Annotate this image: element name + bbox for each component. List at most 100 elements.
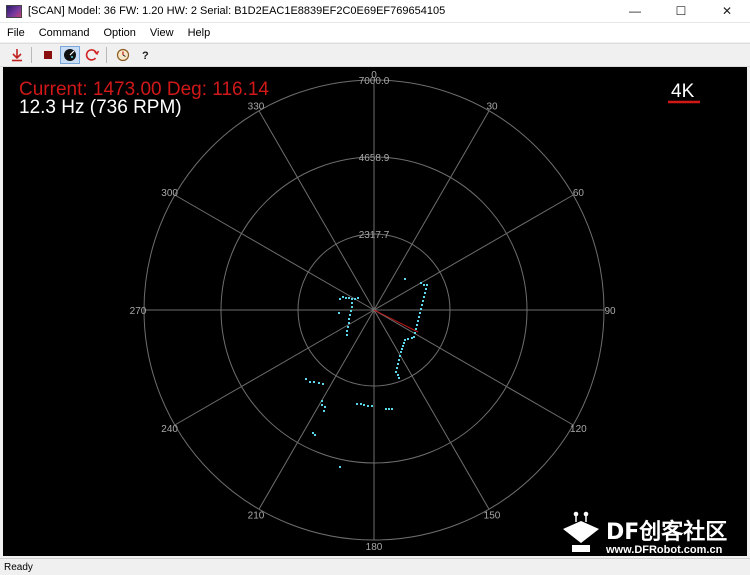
scan-point	[404, 278, 406, 280]
scan-point	[354, 298, 356, 300]
scan-point	[305, 378, 307, 380]
close-button[interactable]: ✕	[704, 0, 750, 22]
menu-file[interactable]: File	[0, 27, 32, 39]
scan-point	[339, 466, 341, 468]
scan-point	[357, 297, 359, 299]
angle-spoke	[258, 309, 375, 510]
menu-bar: File Command Option View Help	[0, 23, 750, 42]
scan-point	[402, 345, 404, 347]
window-controls: — ☐ ✕	[612, 0, 750, 22]
scan-point	[403, 342, 405, 344]
scan-point	[348, 297, 350, 299]
scan-point	[423, 284, 425, 286]
scan-view[interactable]: 7000.0 4658.9 2317.7 0 30 60 90 120 150 180 210 240…	[3, 67, 747, 556]
scan-point	[420, 282, 422, 284]
scan-point	[338, 312, 340, 314]
scan-point	[349, 314, 351, 316]
menu-command[interactable]: Command	[32, 27, 97, 39]
polar-grid: 7000.04658.92317.70306090120150180210240…	[130, 70, 616, 553]
scan-point	[397, 374, 399, 376]
scan-point	[342, 296, 344, 298]
scan-point	[398, 377, 400, 379]
scan-point	[346, 334, 348, 336]
scan-point	[401, 348, 403, 350]
scan-point	[314, 434, 316, 436]
scan-point	[351, 298, 353, 300]
scan-point	[416, 324, 418, 326]
help-button[interactable]: ?	[135, 46, 155, 64]
scan-point	[399, 355, 401, 357]
scan-point	[347, 326, 349, 328]
angle-spoke	[174, 194, 375, 311]
scan-point	[363, 404, 365, 406]
angle-label: 30	[486, 102, 498, 113]
status-text: Ready	[4, 561, 33, 573]
scan-point	[348, 318, 350, 320]
scan-point	[350, 310, 352, 312]
help-icon: ?	[142, 50, 149, 62]
scan-button[interactable]	[60, 46, 80, 64]
maximize-button[interactable]: ☐	[658, 0, 704, 22]
mode-badge[interactable]: 4K	[671, 81, 695, 102]
rate-readout: 12.3 Hz (736 RPM)	[19, 97, 182, 118]
options-button[interactable]	[113, 46, 133, 64]
minimize-button[interactable]: —	[612, 0, 658, 22]
scan-point	[321, 404, 323, 406]
scan-point	[411, 337, 413, 339]
scan-point	[419, 312, 421, 314]
scan-icon	[64, 49, 76, 61]
download-icon	[12, 49, 22, 62]
scan-point	[351, 306, 353, 308]
scan-point	[385, 408, 387, 410]
angle-label: 0	[371, 70, 377, 81]
scan-point	[425, 288, 427, 290]
angle-label: 120	[570, 424, 587, 435]
menu-option[interactable]: Option	[96, 27, 142, 39]
download-button[interactable]	[7, 46, 27, 64]
scan-point	[395, 371, 397, 373]
scan-point	[426, 284, 428, 286]
angle-label: 270	[130, 306, 147, 317]
scan-point	[417, 320, 419, 322]
scan-point	[388, 408, 390, 410]
scan-point	[371, 405, 373, 407]
scan-point	[348, 322, 350, 324]
scan-point	[407, 338, 409, 340]
window-title: [SCAN] Model: 36 FW: 1.20 HW: 2 Serial: …	[28, 5, 446, 17]
scan-point	[418, 316, 420, 318]
scan-point	[313, 381, 315, 383]
refresh-button[interactable]	[82, 46, 102, 64]
options-icon	[116, 48, 130, 62]
scan-point	[318, 382, 320, 384]
scan-point	[423, 296, 425, 298]
menu-help[interactable]: Help	[181, 27, 218, 39]
stop-button[interactable]	[38, 46, 58, 64]
scan-point	[360, 403, 362, 405]
scan-point	[424, 292, 426, 294]
scan-point	[312, 432, 314, 434]
scan-point	[422, 300, 424, 302]
angle-label: 240	[161, 424, 178, 435]
menu-view[interactable]: View	[143, 27, 181, 39]
angle-label: 210	[248, 510, 265, 521]
angle-label: 180	[366, 542, 383, 553]
angle-spoke	[258, 110, 375, 311]
scan-point	[420, 308, 422, 310]
toolbar: ?	[0, 43, 750, 67]
angle-label: 90	[604, 306, 616, 317]
scan-point	[321, 400, 323, 402]
scan-points	[305, 278, 428, 468]
angle-spoke	[373, 110, 490, 311]
scan-point	[391, 408, 393, 410]
scan-point	[356, 403, 358, 405]
scan-point	[323, 410, 325, 412]
angle-label: 300	[161, 188, 178, 199]
scan-point	[413, 336, 415, 338]
angle-spoke	[373, 194, 574, 311]
scan-point	[400, 351, 402, 353]
scan-point	[322, 383, 324, 385]
refresh-icon	[85, 49, 99, 61]
watermark-brand: DF创客社区	[606, 519, 727, 545]
toolbar-separator	[31, 47, 32, 63]
scan-point	[421, 304, 423, 306]
